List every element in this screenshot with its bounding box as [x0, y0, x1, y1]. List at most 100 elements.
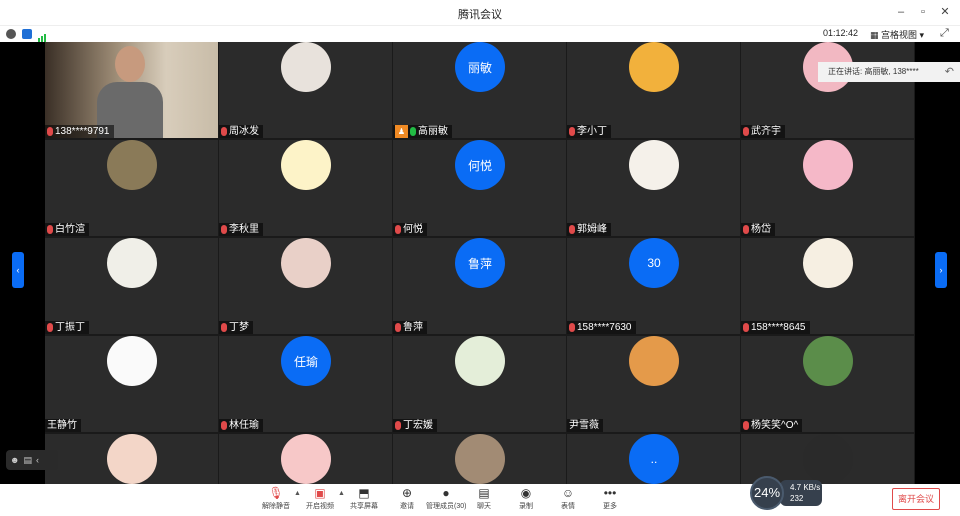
- collapse-icon[interactable]: ↶: [945, 62, 954, 82]
- unmute-button[interactable]: 🎙 解除静音: [256, 486, 296, 514]
- minimize-icon[interactable]: –: [892, 3, 910, 21]
- participant-tile[interactable]: 丁梦: [219, 238, 392, 334]
- record-button[interactable]: ◉ 录制: [506, 486, 546, 514]
- participant-tile[interactable]: 杨岱: [741, 140, 914, 236]
- text-avatar: 30: [629, 238, 679, 288]
- participant-name-tag: 158****8645: [741, 321, 810, 334]
- close-icon[interactable]: ✕: [936, 3, 954, 21]
- participant-tile[interactable]: 尹雪薇: [567, 336, 740, 432]
- dog-emoji-avatar: [629, 140, 679, 190]
- mic-muted-icon: [569, 323, 575, 332]
- participant-tile[interactable]: [393, 434, 566, 484]
- panda-avatar: [455, 434, 505, 484]
- participant-name: 尹雪薇: [569, 420, 599, 431]
- participant-tile[interactable]: 何悦 何悦: [393, 140, 566, 236]
- video-feed: [45, 42, 218, 138]
- participant-tile[interactable]: 杨笑笑^O^: [741, 336, 914, 432]
- mic-active-icon: [410, 127, 416, 136]
- network-monitor[interactable]: 4.7 KB/s 232 KB/s 24%: [750, 476, 824, 514]
- participant-tile[interactable]: [219, 434, 392, 484]
- mic-muted-icon: [569, 225, 575, 234]
- chat-mini-icon[interactable]: ▤: [23, 455, 32, 466]
- participant-name-tag: 李秋里: [219, 223, 263, 236]
- prev-page-arrow[interactable]: ‹: [12, 252, 24, 288]
- participant-name: 白竹渲: [55, 224, 85, 235]
- participant-name: 武齐宇: [751, 126, 781, 137]
- restore-icon[interactable]: ▫: [914, 3, 932, 21]
- mic-muted-icon: [395, 323, 401, 332]
- participant-tile[interactable]: 周冰发: [219, 42, 392, 138]
- mic-muted-icon: [743, 323, 749, 332]
- start-video-button[interactable]: ▣ 开启视频: [300, 486, 340, 514]
- participant-tile[interactable]: 丁振丁: [45, 238, 218, 334]
- mic-muted-icon: 🎙: [268, 486, 284, 500]
- participant-tile[interactable]: 任瑜 林任瑜: [219, 336, 392, 432]
- shield-icon[interactable]: [22, 29, 32, 39]
- pepsi-avatar: [281, 238, 331, 288]
- participant-name-tag: 武齐宇: [741, 125, 785, 138]
- participant-tile[interactable]: 30 158****7630: [567, 238, 740, 334]
- participant-tile[interactable]: [45, 434, 218, 484]
- participant-name-tag: 杨笑笑^O^: [741, 419, 803, 432]
- next-page-arrow[interactable]: ›: [935, 252, 947, 288]
- record-icon: ◉: [520, 486, 532, 500]
- participant-tile[interactable]: 郭姆峰: [567, 140, 740, 236]
- chat-button[interactable]: ▤ 聊天: [464, 486, 504, 514]
- participant-name: 158****8645: [751, 322, 806, 333]
- invite-button[interactable]: ⊕ 邀请: [387, 486, 427, 514]
- chat-icon: ▤: [478, 486, 490, 500]
- participant-name: 丁振丁: [55, 322, 85, 333]
- boy-avatar: [107, 434, 157, 484]
- participant-name-tag: 白竹渲: [45, 223, 89, 236]
- participant-tile[interactable]: 138****9791: [45, 42, 218, 138]
- participant-tile[interactable]: 白竹渲: [45, 140, 218, 236]
- participant-tile[interactable]: 武齐宇: [741, 42, 914, 138]
- participant-name-tag: 鲁萍: [393, 321, 427, 334]
- reaction-button[interactable]: ☺ 表情: [548, 486, 588, 514]
- participant-name: 何悦: [403, 224, 423, 235]
- mic-muted-icon: [47, 225, 53, 234]
- camera-off-icon: ▣: [314, 486, 326, 500]
- manage-members-button[interactable]: ● 管理成员(30): [426, 486, 466, 514]
- more-button[interactable]: ••• 更多: [590, 486, 630, 514]
- participant-name: 周冰发: [229, 126, 259, 137]
- participant-tile[interactable]: 王静竹: [45, 336, 218, 432]
- participant-name: 杨岱: [751, 224, 771, 235]
- participant-tile[interactable]: 李小丁: [567, 42, 740, 138]
- fullscreen-icon[interactable]: ⤢: [940, 27, 949, 40]
- participant-name-tag: 林任瑜: [219, 419, 263, 432]
- participant-name-tag: 杨岱: [741, 223, 775, 236]
- participant-name: 丁宏媛: [403, 420, 433, 431]
- participant-tile[interactable]: 丁宏媛: [393, 336, 566, 432]
- participant-tile[interactable]: 158****8645: [741, 238, 914, 334]
- participant-name: 丁梦: [229, 322, 249, 333]
- participant-tile[interactable]: 鲁萍 鲁萍: [393, 238, 566, 334]
- participant-tile[interactable]: 李秋里: [219, 140, 392, 236]
- participant-name: 李小丁: [577, 126, 607, 137]
- participant-tile[interactable]: ..: [567, 434, 740, 484]
- mic-muted-icon: [569, 127, 575, 136]
- mic-muted-icon: [221, 225, 227, 234]
- host-icon: ♟: [395, 125, 408, 138]
- leave-meeting-button[interactable]: 离开会议: [892, 488, 940, 510]
- participant-name: 杨笑笑^O^: [751, 420, 799, 431]
- chevron-left-icon[interactable]: ‹: [36, 455, 39, 465]
- participant-name-tag: ♟ 高丽敏: [393, 125, 452, 138]
- emoji-icon[interactable]: ☻: [10, 455, 19, 465]
- participant-name-tag: 丁宏媛: [393, 419, 437, 432]
- mic-muted-icon: [743, 421, 749, 430]
- share-screen-button[interactable]: ⬒ 共享屏幕: [344, 486, 384, 514]
- participant-tile[interactable]: 丽敏 ♟ 高丽敏: [393, 42, 566, 138]
- participant-name: 158****7630: [577, 322, 632, 333]
- participant-name-tag: 138****9791: [45, 125, 114, 138]
- mic-muted-icon: [743, 225, 749, 234]
- cartoon-face-avatar: [281, 434, 331, 484]
- mic-muted-icon: [395, 421, 401, 430]
- view-mode-toggle[interactable]: ▦ 宫格视图 ▾: [870, 28, 924, 41]
- info-icon[interactable]: [6, 29, 16, 39]
- pink-split-avatar: [803, 140, 853, 190]
- participant-name: 高丽敏: [418, 126, 448, 137]
- view-mode-label: 宫格视图: [881, 30, 918, 40]
- more-dots-icon: •••: [603, 486, 617, 500]
- participant-name-tag: 何悦: [393, 223, 427, 236]
